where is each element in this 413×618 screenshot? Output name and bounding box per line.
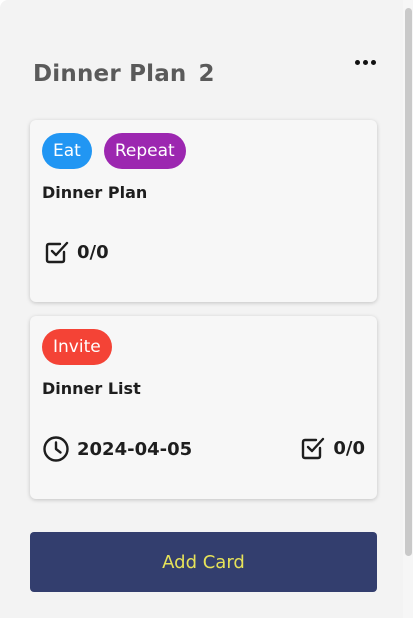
card-count: 2 [198, 61, 215, 87]
card-tags: Invite [42, 329, 112, 365]
due-date-text: 2024-04-05 [77, 438, 193, 460]
checklist-status: 0/0 [44, 239, 109, 265]
card-title: Dinner Plan [42, 183, 148, 202]
tag-invite[interactable]: Invite [42, 329, 112, 365]
menu-dots-icon [354, 59, 360, 65]
column-dinner-plan: Dinner Plan 2 Eat Repeat Dinner Plan 0/0 [0, 0, 403, 618]
tag-eat[interactable]: Eat [42, 133, 92, 169]
menu-dot [370, 59, 376, 65]
add-card-button[interactable]: Add Card [30, 532, 377, 592]
card-title: Dinner List [42, 379, 141, 398]
clock-icon [43, 436, 69, 462]
scrollbar-thumb[interactable] [405, 8, 412, 556]
column-title: Dinner Plan [33, 61, 187, 87]
scrollbar[interactable] [403, 0, 413, 618]
card-tags: Eat Repeat [42, 133, 186, 169]
checkbox-icon [45, 241, 69, 264]
checklist-count: 0/0 [333, 437, 365, 459]
checkbox-icon [302, 437, 325, 460]
checklist-status: 0/0 [300, 435, 365, 461]
tag-repeat[interactable]: Repeat [103, 133, 186, 169]
menu-dot [362, 59, 368, 65]
due-date: 2024-04-05 [42, 435, 192, 463]
card[interactable]: Eat Repeat Dinner Plan 0/0 [30, 120, 377, 302]
card[interactable]: Invite Dinner List 2024-04-05 0/0 [30, 316, 377, 499]
board: Dinner Plan 2 Eat Repeat Dinner Plan 0/0 [0, 0, 413, 618]
column-menu-button[interactable] [349, 50, 381, 74]
column-header: Dinner Plan 2 [33, 58, 333, 90]
checklist-count: 0/0 [77, 241, 109, 263]
